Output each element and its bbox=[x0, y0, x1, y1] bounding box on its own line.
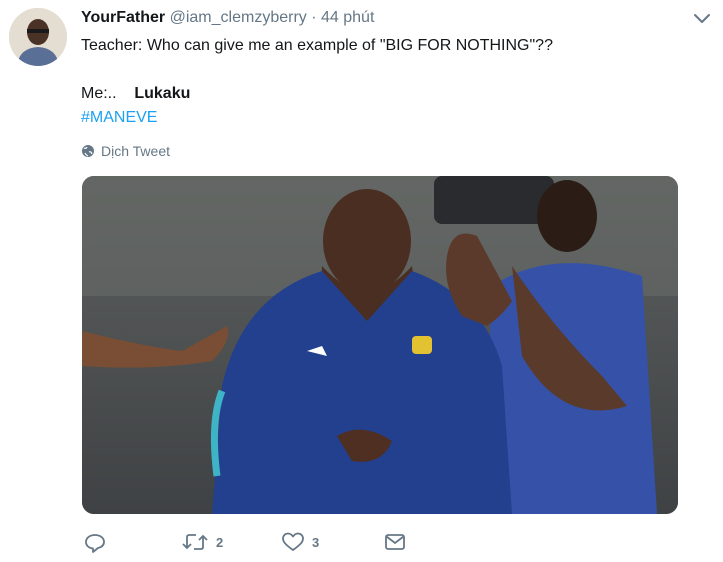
retweet-icon bbox=[182, 534, 208, 550]
header-separator: · bbox=[311, 9, 317, 26]
tweet-header: YourFather @iam_clemzyberry · 44 phút bbox=[81, 9, 374, 27]
like-count: 3 bbox=[312, 534, 320, 550]
direct-message-button[interactable] bbox=[384, 532, 406, 552]
chevron-down-icon[interactable] bbox=[693, 12, 711, 26]
reply-icon bbox=[85, 534, 105, 553]
retweet-button[interactable]: 2 bbox=[182, 532, 223, 552]
reply-button[interactable] bbox=[84, 532, 106, 554]
avatar[interactable] bbox=[9, 8, 67, 66]
translate-label: Dịch Tweet bbox=[101, 143, 170, 159]
tweet: YourFather @iam_clemzyberry · 44 phút Te… bbox=[0, 0, 723, 562]
tweet-text-bold: Lukaku bbox=[134, 85, 191, 102]
translate-tweet-link[interactable]: Dịch Tweet bbox=[81, 143, 170, 159]
tweet-text-line-2: Me:.. Lukaku bbox=[81, 84, 190, 104]
tweet-time[interactable]: 44 phút bbox=[321, 9, 374, 26]
hashtag-link[interactable]: #MANEVE bbox=[81, 108, 157, 128]
display-name[interactable]: YourFather bbox=[81, 9, 165, 26]
user-handle[interactable]: @iam_clemzyberry bbox=[170, 9, 307, 26]
tweet-text-prefix: Me:.. bbox=[81, 85, 117, 102]
avatar-image bbox=[9, 8, 67, 66]
like-button[interactable]: 3 bbox=[282, 532, 319, 552]
tweet-text-line-1: Teacher: Who can give me an example of "… bbox=[81, 37, 553, 54]
retweet-count: 2 bbox=[216, 534, 224, 550]
globe-icon bbox=[82, 145, 94, 157]
dm-icon bbox=[385, 534, 405, 550]
photo-image bbox=[82, 176, 678, 514]
like-icon bbox=[282, 532, 304, 551]
tweet-media-photo[interactable] bbox=[82, 176, 678, 514]
